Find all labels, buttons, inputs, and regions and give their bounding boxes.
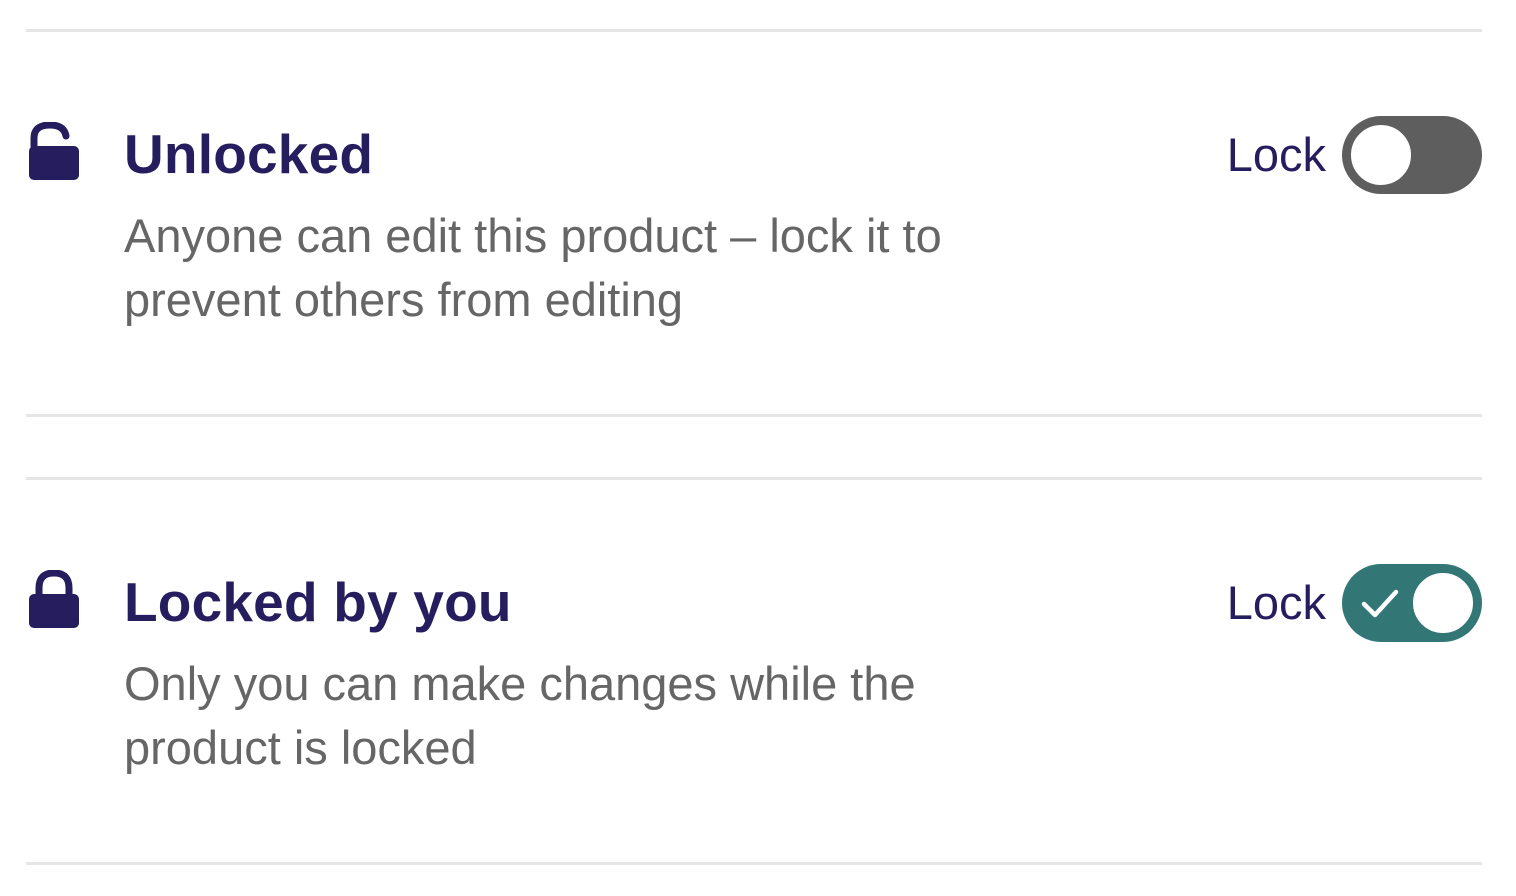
divider-top: [26, 29, 1482, 32]
divider-middle-2: [26, 477, 1482, 480]
lock-status-card-unlocked: Unlocked Anyone can edit this product – …: [26, 100, 1482, 360]
status-title: Locked by you: [124, 571, 512, 633]
toggle-knob: [1346, 120, 1416, 190]
checkmark-icon: [1361, 589, 1399, 618]
lock-toggle-switch[interactable]: [1342, 116, 1482, 194]
status-description: Only you can make changes while the prod…: [124, 657, 916, 774]
lock-toggle-label: Lock: [1226, 128, 1326, 181]
divider-bottom: [26, 862, 1482, 865]
unlocked-padlock-icon: [26, 122, 82, 182]
lock-settings-panel: Unlocked Anyone can edit this product – …: [0, 0, 1516, 896]
status-title: Unlocked: [124, 123, 374, 185]
lock-toggle-switch[interactable]: [1342, 564, 1482, 642]
lock-toggle-group: Lock: [1227, 564, 1482, 642]
toggle-knob: [1408, 568, 1478, 638]
lock-status-card-locked: Locked by you Only you can make changes …: [26, 548, 1482, 808]
padlock-icon: [26, 570, 82, 630]
lock-toggle-label: Lock: [1226, 576, 1326, 629]
status-description: Anyone can edit this product – lock it t…: [124, 209, 942, 326]
lock-toggle-group: Lock: [1227, 116, 1482, 194]
divider-middle-1: [26, 414, 1482, 417]
